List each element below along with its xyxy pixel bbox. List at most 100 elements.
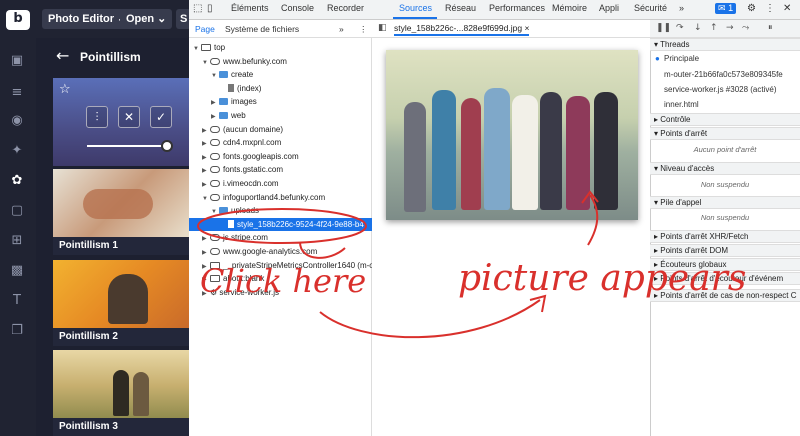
expanded-arrow-icon[interactable]: ▼ [202, 193, 210, 204]
section-event-listener-breakpoints[interactable]: ▸ Points d'arrêt d'écouteur d'événem [650, 272, 800, 285]
collapsed-arrow-icon[interactable]: ▶ [202, 138, 210, 149]
tab-memory[interactable]: Mémoire [552, 3, 587, 13]
tab-security[interactable]: Sécurité [634, 3, 667, 13]
palette-icon[interactable]: ✿ [8, 172, 26, 190]
tab-performance[interactable]: Performances [489, 3, 545, 13]
cancel-button[interactable]: ✕ [118, 106, 140, 128]
tree-row[interactable]: ▶ cdn4.mxpnl.com [189, 136, 372, 149]
section-csp-breakpoints[interactable]: ▸ Points d'arrêt de cas de non-respect C [650, 289, 800, 302]
collapsed-arrow-icon[interactable]: ▶ [211, 111, 219, 122]
pointillism-2-thumbnail[interactable] [53, 260, 189, 330]
intensity-slider-track[interactable] [87, 145, 165, 147]
eye-icon[interactable]: ◉ [8, 112, 26, 130]
close-tab-icon[interactable]: × [524, 23, 529, 33]
tab-filesystem[interactable]: Système de fichiers [225, 24, 299, 34]
sparkle-icon[interactable]: ✦ [8, 142, 26, 160]
inspect-icon[interactable]: ⬚ [193, 3, 202, 14]
step-icon[interactable]: → [726, 23, 734, 33]
grid-icon[interactable]: ⊞ [8, 232, 26, 250]
issues-badge[interactable]: ✉ 1 [715, 3, 737, 14]
tab-application[interactable]: Appli [599, 3, 619, 13]
frame-icon[interactable]: ▢ [8, 202, 26, 220]
texture-icon[interactable]: ▩ [8, 262, 26, 280]
collapsed-arrow-icon[interactable]: ▶ [202, 274, 210, 285]
section-global-listeners[interactable]: ▸ Écouteurs globaux [650, 258, 800, 271]
section-threads[interactable]: ▾ Threads [650, 38, 800, 51]
tree-row[interactable]: ▼ top [189, 41, 372, 54]
expanded-arrow-icon[interactable]: ▼ [211, 206, 219, 217]
pause-on-exceptions-icon[interactable]: ⏸ [768, 23, 773, 33]
collapsed-arrow-icon[interactable]: ▶ [202, 152, 210, 163]
section-xhr-breakpoints[interactable]: ▸ Points d'arrêt XHR/Fetch [650, 230, 800, 243]
step-into-icon[interactable]: ↓ [694, 23, 702, 33]
pointillism-3-thumbnail[interactable] [53, 350, 189, 420]
befunky-logo-icon[interactable]: b [6, 10, 30, 30]
more-subtabs-button[interactable]: » [339, 24, 344, 34]
toggle-navigator-icon[interactable]: ◧ [378, 23, 387, 33]
section-control[interactable]: ▸ Contrôle [650, 113, 800, 126]
tab-sources[interactable]: Sources [399, 3, 432, 13]
tree-row[interactable]: ▶ (aucun domaine) [189, 123, 372, 136]
back-arrow-icon[interactable]: ← [56, 46, 69, 65]
tree-row[interactable]: ▶ fonts.gstatic.com [189, 163, 372, 176]
section-dom-breakpoints[interactable]: ▸ Points d'arrêt DOM [650, 244, 800, 257]
deactivate-breakpoints-icon[interactable]: ⤳ [742, 23, 749, 33]
pointillism-1-thumbnail[interactable] [53, 169, 189, 239]
step-out-icon[interactable]: ↑ [710, 23, 718, 33]
open-menu[interactable]: Open ⌄ [120, 9, 173, 29]
tree-row[interactable]: ▼ www.befunky.com [189, 55, 372, 68]
tree-row[interactable]: ▶ fonts.googleapis.com [189, 150, 372, 163]
section-call-stack[interactable]: ▾ Pile d'appel [650, 196, 800, 209]
layers-icon[interactable]: ❐ [8, 322, 26, 340]
thread-item[interactable]: ● Principale [650, 52, 800, 65]
close-icon[interactable]: ✕ [783, 3, 791, 14]
thread-item[interactable]: service-worker.js #3028 (activé) [650, 83, 800, 96]
expanded-arrow-icon[interactable]: ▼ [211, 70, 219, 81]
thread-item[interactable]: inner.html [650, 98, 800, 111]
tree-row[interactable]: ▶ __privateStripeMetricsController1640 (m… [189, 259, 372, 272]
expanded-arrow-icon[interactable]: ▼ [193, 43, 201, 54]
collapsed-arrow-icon[interactable]: ▶ [202, 233, 210, 244]
collapsed-arrow-icon[interactable]: ▶ [202, 179, 210, 190]
thread-item[interactable]: m-outer-21b66fa0c573e809345fe [650, 68, 800, 81]
open-file-tab[interactable]: style_158b226c-...828e9f699d.jpg × [394, 23, 530, 36]
tree-row[interactable]: ▼ uploads [189, 204, 372, 217]
sliders-icon[interactable]: ≡ [8, 84, 26, 102]
tab-recorder[interactable]: Recorder [327, 3, 364, 13]
expanded-arrow-icon[interactable]: ▼ [202, 57, 210, 68]
tree-row[interactable]: ▶ about:blank [189, 272, 372, 285]
kebab-menu-icon[interactable]: ⋮ [765, 3, 775, 14]
settings-sliders-button[interactable]: ⫶ [86, 106, 108, 128]
tree-row[interactable]: ▶ js.stripe.com [189, 231, 372, 244]
tab-page[interactable]: Page [195, 24, 215, 34]
tree-row[interactable]: ▶ www.google-analytics.com [189, 245, 372, 258]
tree-row[interactable]: style_158b226c-9524-4f24-9e88-b4 [189, 217, 372, 231]
tree-row[interactable]: ▶ i.vimeocdn.com [189, 177, 372, 190]
tree-row[interactable]: (index) [189, 82, 372, 95]
collapsed-arrow-icon[interactable]: ▶ [211, 97, 219, 108]
collapsed-arrow-icon[interactable]: ▶ [202, 165, 210, 176]
step-over-icon[interactable]: ↷ [676, 23, 684, 33]
intensity-slider-handle[interactable] [161, 140, 173, 152]
tree-row[interactable]: ▶ images [189, 95, 372, 108]
image-icon[interactable]: ▣ [8, 52, 26, 70]
gear-icon[interactable]: ⚙ [747, 3, 756, 14]
tab-elements[interactable]: Éléments [231, 3, 269, 13]
apply-button[interactable]: ✓ [150, 106, 172, 128]
tree-row[interactable]: ▶ web [189, 109, 372, 122]
tree-row[interactable]: ▼ create [189, 68, 372, 81]
tab-console[interactable]: Console [281, 3, 314, 13]
tree-row[interactable]: ▶ ⚙ service-worker.js [189, 286, 372, 299]
pause-icon[interactable]: ❚❚ [656, 23, 671, 33]
more-tabs-button[interactable]: » [679, 3, 684, 13]
device-toggle-icon[interactable]: ▯ [207, 3, 213, 14]
photo-editor-menu[interactable]: Photo Editor ⌄ [42, 9, 133, 29]
collapsed-arrow-icon[interactable]: ▶ [202, 288, 210, 299]
collapsed-arrow-icon[interactable]: ▶ [202, 125, 210, 136]
section-breakpoints[interactable]: ▾ Points d'arrêt [650, 127, 800, 140]
kebab-menu-icon[interactable]: ⋮ [359, 24, 368, 35]
tree-row[interactable]: ▼ infoguportland4.befunky.com [189, 191, 372, 204]
collapsed-arrow-icon[interactable]: ▶ [202, 247, 210, 258]
collapsed-arrow-icon[interactable]: ▶ [202, 261, 210, 272]
star-icon[interactable]: ☆ [59, 82, 71, 97]
